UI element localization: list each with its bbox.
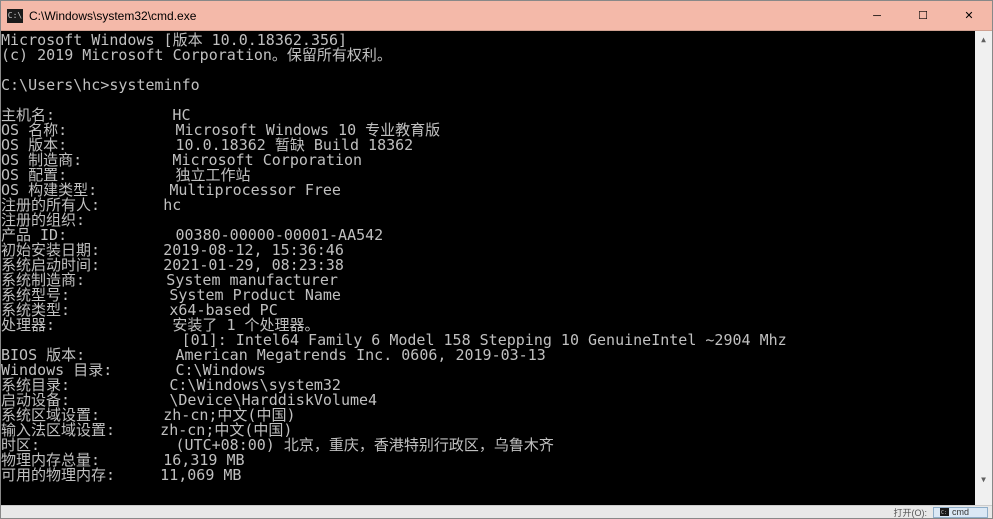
cmd-window: C:\ C:\Windows\system32\cmd.exe ─ ☐ ✕ Mi… xyxy=(0,0,993,519)
maximize-button[interactable]: ☐ xyxy=(900,1,946,30)
window-controls: ─ ☐ ✕ xyxy=(854,1,992,30)
scroll-up-button[interactable]: ▲ xyxy=(975,31,992,48)
content-area: Microsoft Windows [版本 10.0.18362.356] (c… xyxy=(1,31,992,505)
run-cmd-text: cmd xyxy=(952,507,969,517)
scrollbar-track[interactable] xyxy=(975,48,992,471)
svg-text:C:: C: xyxy=(941,510,947,516)
close-button[interactable]: ✕ xyxy=(946,1,992,30)
cmd-icon-label: C:\ xyxy=(8,12,22,20)
vertical-scrollbar[interactable]: ▲ ▼ xyxy=(975,31,992,505)
bottom-strip: 打开(O): C: cmd xyxy=(1,505,992,518)
minimize-button[interactable]: ─ xyxy=(854,1,900,30)
cmd-small-icon: C: xyxy=(940,508,949,516)
terminal-output[interactable]: Microsoft Windows [版本 10.0.18362.356] (c… xyxy=(1,31,975,505)
cmd-icon: C:\ xyxy=(7,9,23,23)
titlebar[interactable]: C:\ C:\Windows\system32\cmd.exe ─ ☐ ✕ xyxy=(1,1,992,31)
run-cmd-field[interactable]: C: cmd xyxy=(933,507,988,518)
window-title: C:\Windows\system32\cmd.exe xyxy=(29,9,854,23)
resize-grip[interactable] xyxy=(975,488,992,505)
open-label: 打开(O): xyxy=(893,506,927,519)
scroll-down-button[interactable]: ▼ xyxy=(975,471,992,488)
